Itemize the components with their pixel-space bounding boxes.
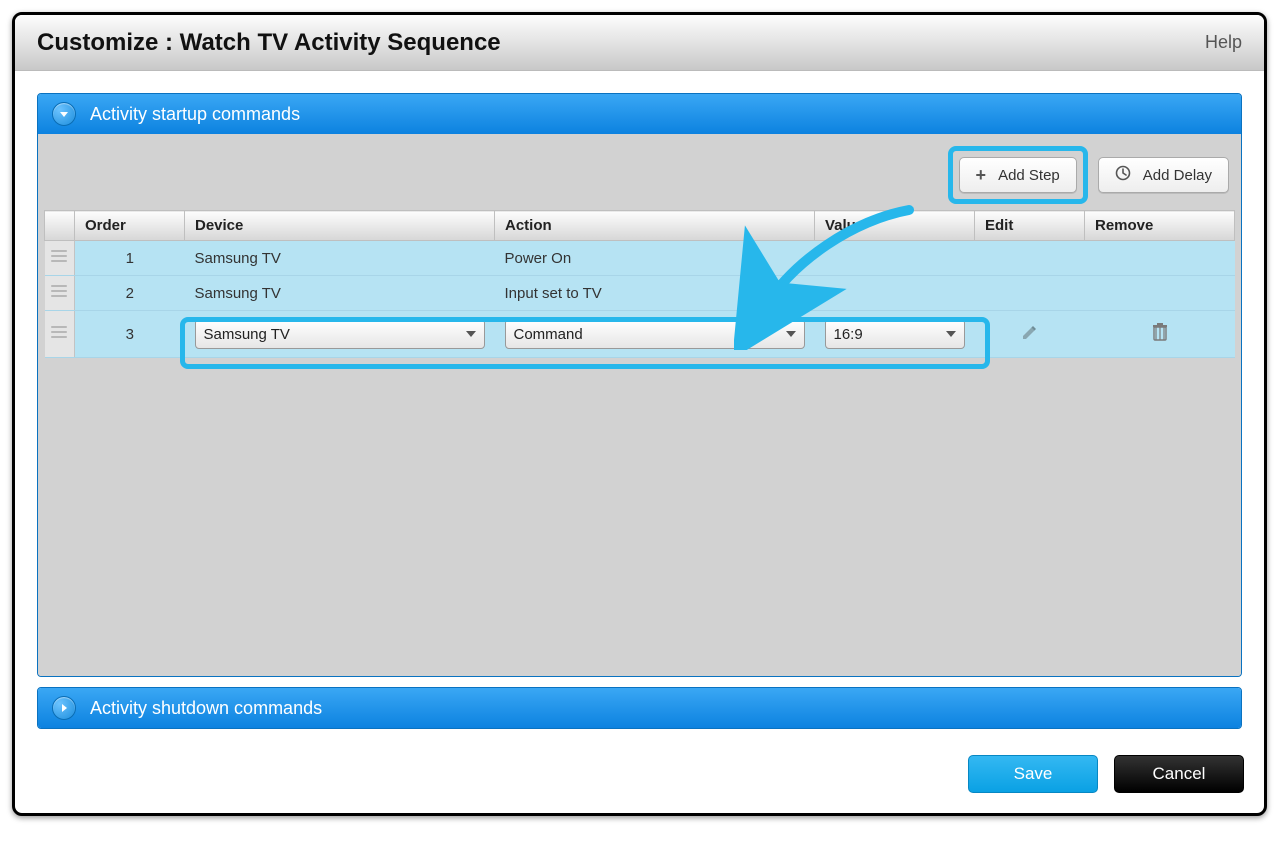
startup-panel-body: + Add Step Add Delay xyxy=(38,134,1241,676)
add-delay-label: Add Delay xyxy=(1143,167,1212,184)
value-dropdown-value: 16:9 xyxy=(834,326,863,343)
col-edit: Edit xyxy=(975,211,1085,241)
drag-handle-icon[interactable] xyxy=(51,323,67,341)
cell-remove xyxy=(1085,311,1235,358)
expand-icon[interactable] xyxy=(52,696,76,720)
cell-edit xyxy=(975,276,1085,311)
cell-remove xyxy=(1085,241,1235,276)
cell-order: 3 xyxy=(75,311,185,358)
col-value: Value xyxy=(815,211,975,241)
cell-device: Samsung TV xyxy=(185,276,495,311)
cell-action: Command xyxy=(495,311,815,358)
chevron-down-icon xyxy=(466,331,476,337)
col-handle xyxy=(45,211,75,241)
device-dropdown-value: Samsung TV xyxy=(204,326,290,343)
toolbar: + Add Step Add Delay xyxy=(44,140,1235,210)
commands-grid: Order Device Action Value Edit Remove xyxy=(44,210,1235,670)
table-row: 3 Samsung TV Command xyxy=(45,311,1235,358)
cell-edit xyxy=(975,311,1085,358)
edit-icon[interactable] xyxy=(1021,328,1039,345)
chevron-down-icon xyxy=(786,331,796,337)
cell-order: 1 xyxy=(75,241,185,276)
trash-icon[interactable] xyxy=(1151,329,1169,346)
clock-icon xyxy=(1115,165,1131,185)
add-step-highlight: + Add Step xyxy=(948,146,1088,204)
col-device: Device xyxy=(185,211,495,241)
shutdown-panel: Activity shutdown commands xyxy=(37,687,1242,729)
dialog-footer: Save Cancel xyxy=(15,749,1264,813)
drag-handle-icon[interactable] xyxy=(51,247,67,265)
cell-action: Input set to TV xyxy=(495,276,815,311)
add-step-label: Add Step xyxy=(998,167,1060,184)
cell-remove xyxy=(1085,276,1235,311)
chevron-down-icon xyxy=(946,331,956,337)
add-step-button[interactable]: + Add Step xyxy=(959,157,1077,193)
plus-icon: + xyxy=(976,165,987,186)
shutdown-panel-title: Activity shutdown commands xyxy=(90,698,322,719)
cell-value xyxy=(815,241,975,276)
title-bar: Customize : Watch TV Activity Sequence H… xyxy=(15,15,1264,71)
cell-value xyxy=(815,276,975,311)
col-order: Order xyxy=(75,211,185,241)
table-row: 2 Samsung TV Input set to TV xyxy=(45,276,1235,311)
cell-order: 2 xyxy=(75,276,185,311)
help-link[interactable]: Help xyxy=(1205,32,1242,53)
save-button[interactable]: Save xyxy=(968,755,1098,793)
dialog-title: Customize : Watch TV Activity Sequence xyxy=(37,29,501,57)
cell-device: Samsung TV xyxy=(185,241,495,276)
cancel-button[interactable]: Cancel xyxy=(1114,755,1244,793)
startup-panel-title: Activity startup commands xyxy=(90,104,300,125)
col-remove: Remove xyxy=(1085,211,1235,241)
action-dropdown-value: Command xyxy=(514,326,583,343)
cell-edit xyxy=(975,241,1085,276)
cell-device: Samsung TV xyxy=(185,311,495,358)
device-dropdown[interactable]: Samsung TV xyxy=(195,319,485,349)
cell-value: 16:9 xyxy=(815,311,975,358)
shutdown-panel-header[interactable]: Activity shutdown commands xyxy=(38,688,1241,728)
dialog-body: Activity startup commands + Add Step xyxy=(15,71,1264,749)
action-dropdown[interactable]: Command xyxy=(505,319,805,349)
dialog-window: Customize : Watch TV Activity Sequence H… xyxy=(12,12,1267,816)
value-dropdown[interactable]: 16:9 xyxy=(825,319,965,349)
table-row: 1 Samsung TV Power On xyxy=(45,241,1235,276)
collapse-icon[interactable] xyxy=(52,102,76,126)
startup-panel-header[interactable]: Activity startup commands xyxy=(38,94,1241,134)
startup-panel: Activity startup commands + Add Step xyxy=(37,93,1242,677)
col-action: Action xyxy=(495,211,815,241)
commands-table: Order Device Action Value Edit Remove xyxy=(44,210,1235,358)
cell-action: Power On xyxy=(495,241,815,276)
add-delay-button[interactable]: Add Delay xyxy=(1098,157,1229,193)
drag-handle-icon[interactable] xyxy=(51,282,67,300)
